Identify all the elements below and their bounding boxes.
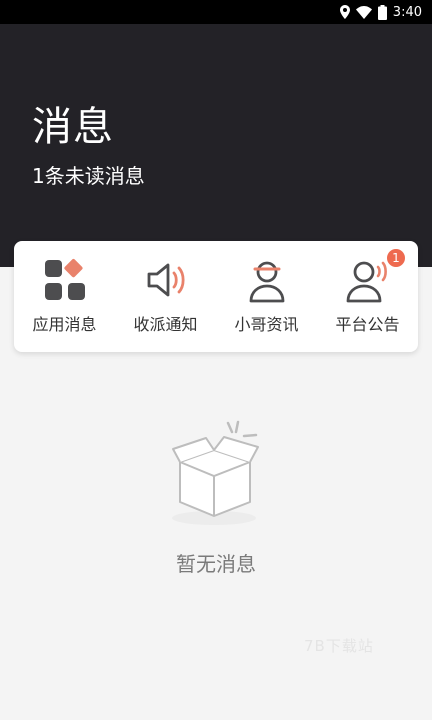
battery-icon (377, 4, 387, 20)
unread-badge: 1 (386, 248, 406, 268)
page-title: 消息 (32, 104, 114, 150)
category-label: 应用消息 (32, 315, 97, 334)
watermark: 7B下载站 (304, 637, 374, 655)
status-bar: 3:40 (0, 0, 432, 24)
wifi-icon (355, 5, 372, 19)
category-label: 平台公告 (335, 315, 400, 334)
location-icon (339, 5, 350, 19)
category-delivery-notices[interactable]: 收派通知 (115, 241, 216, 352)
header: 消息 1条未读消息 (0, 24, 432, 267)
category-card: 应用消息 收派通知 小哥资讯 平台公告 1 (14, 241, 418, 352)
category-label: 收派通知 (133, 315, 198, 334)
announcement-person-icon (345, 257, 391, 303)
empty-box-icon (168, 418, 264, 528)
speaker-icon (143, 257, 189, 303)
courier-person-icon (244, 257, 290, 303)
category-courier-news[interactable]: 小哥资讯 (216, 241, 317, 352)
unread-count-text: 1条未读消息 (32, 164, 145, 188)
category-label: 小哥资讯 (234, 315, 299, 334)
empty-state-text: 暂无消息 (176, 552, 256, 576)
apps-grid-icon (42, 257, 88, 303)
status-time: 3:40 (392, 4, 422, 20)
status-icons: 3:40 (339, 4, 422, 20)
category-app-messages[interactable]: 应用消息 (14, 241, 115, 352)
